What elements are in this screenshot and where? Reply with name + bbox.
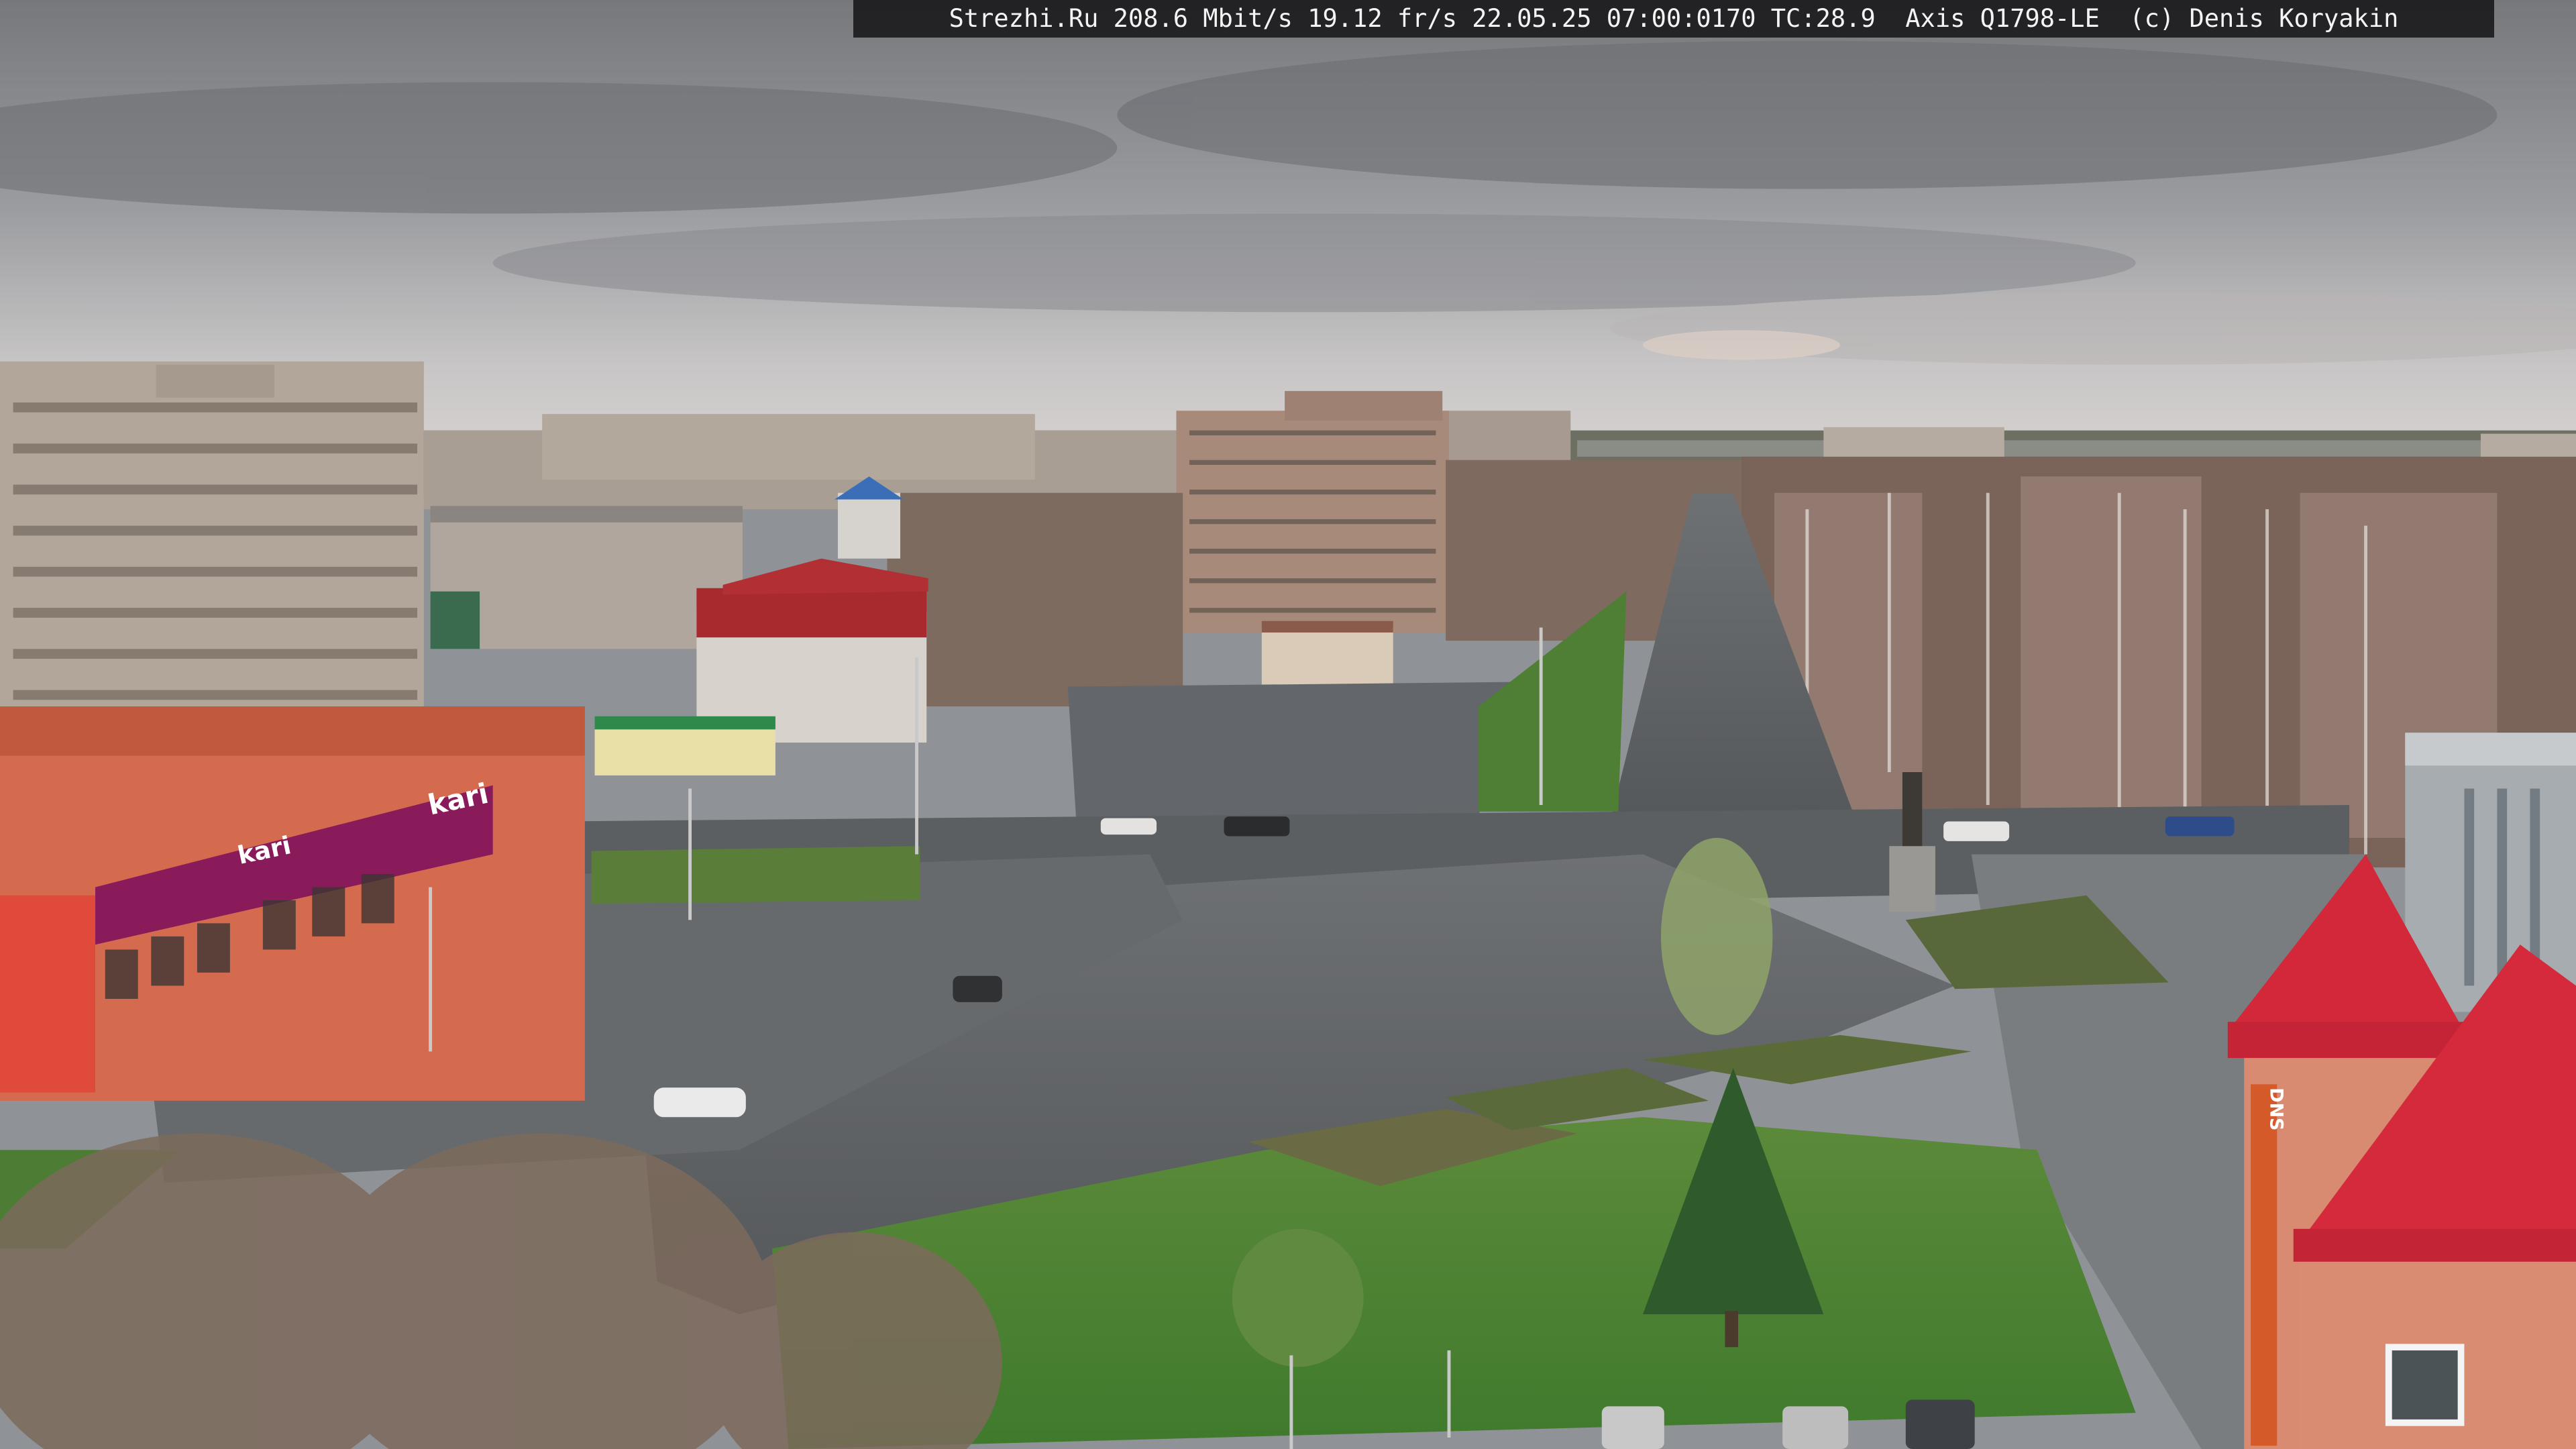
webcam-frame: kari kari DNS Strezhi.Ru 208.6 Mbit/s 19… — [0, 0, 2576, 1449]
lawn-left — [591, 846, 920, 904]
camera-overlay-text: Strezhi.Ru 208.6 Mbit/s 19.12 fr/s 22.05… — [949, 4, 2399, 33]
blue-roof-tower — [837, 492, 901, 559]
middle-trees — [887, 492, 1183, 707]
pavilion — [1261, 627, 1393, 687]
green-bush — [1232, 1228, 1364, 1367]
city-webcam-scene: kari kari DNS — [0, 0, 2576, 1449]
central-tower — [1176, 390, 1449, 633]
red-roof-building — [696, 558, 928, 743]
vertical-sign-dns: DNS — [2265, 1087, 2286, 1130]
shopping-mall — [0, 706, 585, 1101]
parking-lot — [1067, 682, 1528, 818]
camera-overlay-bar: Strezhi.Ru 208.6 Mbit/s 19.12 fr/s 22.05… — [853, 0, 2494, 38]
birch-tree — [1660, 837, 1773, 1035]
kiosk — [594, 722, 775, 775]
